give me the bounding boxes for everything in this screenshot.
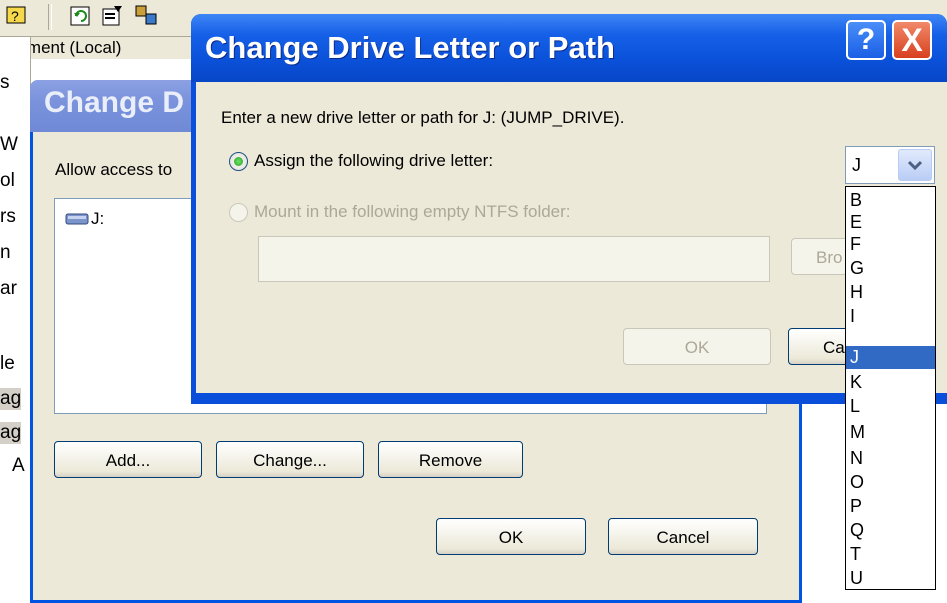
dropdown-option[interactable]: T [846, 543, 935, 566]
folder-path-input[interactable] [258, 236, 770, 282]
drive-icon [65, 213, 89, 225]
allow-access-label: Allow access to [55, 160, 173, 179]
tree-item[interactable]: W [0, 134, 18, 156]
tree-item[interactable]: ag [0, 422, 22, 444]
dropdown-option-selected[interactable]: J [846, 346, 935, 369]
dropdown-option[interactable]: P [846, 495, 935, 518]
cancel-button[interactable]: Cancel [608, 518, 758, 555]
tree-item[interactable]: ar [0, 278, 17, 300]
tree-item[interactable]: s [0, 72, 10, 94]
snap-in-icon[interactable] [134, 4, 160, 28]
assign-letter-radio[interactable] [229, 152, 248, 171]
dropdown-option[interactable]: U [846, 567, 935, 589]
dropdown-option[interactable]: M [846, 421, 935, 444]
dropdown-option[interactable]: E [846, 211, 935, 234]
front-dialog-titlebar[interactable]: Change Drive Letter or Path [191, 14, 947, 82]
radio-selected-dot [234, 157, 243, 166]
tree-item[interactable]: A [12, 455, 25, 477]
chevron-down-icon[interactable] [898, 149, 932, 181]
dropdown-option[interactable]: K [846, 371, 935, 394]
instruction-text: Enter a new drive letter or path for J: … [221, 108, 625, 127]
tree-item[interactable]: le [0, 353, 15, 375]
list-item-label: J: [91, 209, 105, 228]
front-dialog-title: Change Drive Letter or Path [205, 30, 615, 65]
tree-item[interactable]: rs [0, 206, 16, 228]
close-button[interactable]: X [892, 20, 932, 60]
console-tree: s W ol rs n ar le ag ag A [0, 37, 31, 590]
drive-letter-value: J [852, 155, 861, 175]
dropdown-option[interactable]: B [846, 189, 935, 212]
mount-folder-radio[interactable] [229, 203, 248, 222]
dropdown-option[interactable]: H [846, 281, 935, 304]
add-button[interactable]: Add... [54, 441, 202, 478]
tree-item[interactable]: ag [0, 388, 22, 410]
remove-button[interactable]: Remove [378, 441, 523, 478]
front-ok-button[interactable]: OK [623, 328, 771, 365]
dropdown-option[interactable]: I [846, 305, 935, 328]
dropdown-option[interactable]: O [846, 471, 935, 494]
help-topic-icon[interactable]: ? [4, 4, 30, 28]
assign-letter-label[interactable]: Assign the following drive letter: [254, 151, 493, 171]
dropdown-option[interactable]: F [846, 233, 935, 256]
drive-letter-dropdown-list[interactable]: B E F G H I J K L M N O P Q T U [845, 186, 936, 590]
dropdown-option[interactable]: G [846, 257, 935, 280]
back-dialog-title: Change D [44, 86, 185, 119]
dropdown-option[interactable]: L [846, 395, 935, 418]
tree-item[interactable]: n [0, 242, 11, 264]
drive-letter-combo[interactable]: J [845, 146, 935, 184]
list-item[interactable]: J: [65, 209, 104, 229]
mount-folder-label: Mount in the following empty NTFS folder… [254, 202, 571, 221]
help-button[interactable]: ? [846, 20, 886, 60]
dropdown-option[interactable]: Q [846, 519, 935, 542]
toolbar-separator [48, 4, 52, 30]
tree-item[interactable]: ol [0, 170, 15, 192]
dropdown-option[interactable]: N [846, 447, 935, 470]
change-button[interactable]: Change... [216, 441, 364, 478]
properties-icon[interactable] [100, 4, 126, 28]
ok-button[interactable]: OK [436, 518, 586, 555]
refresh-icon[interactable] [68, 4, 94, 28]
svg-text:?: ? [11, 8, 19, 24]
